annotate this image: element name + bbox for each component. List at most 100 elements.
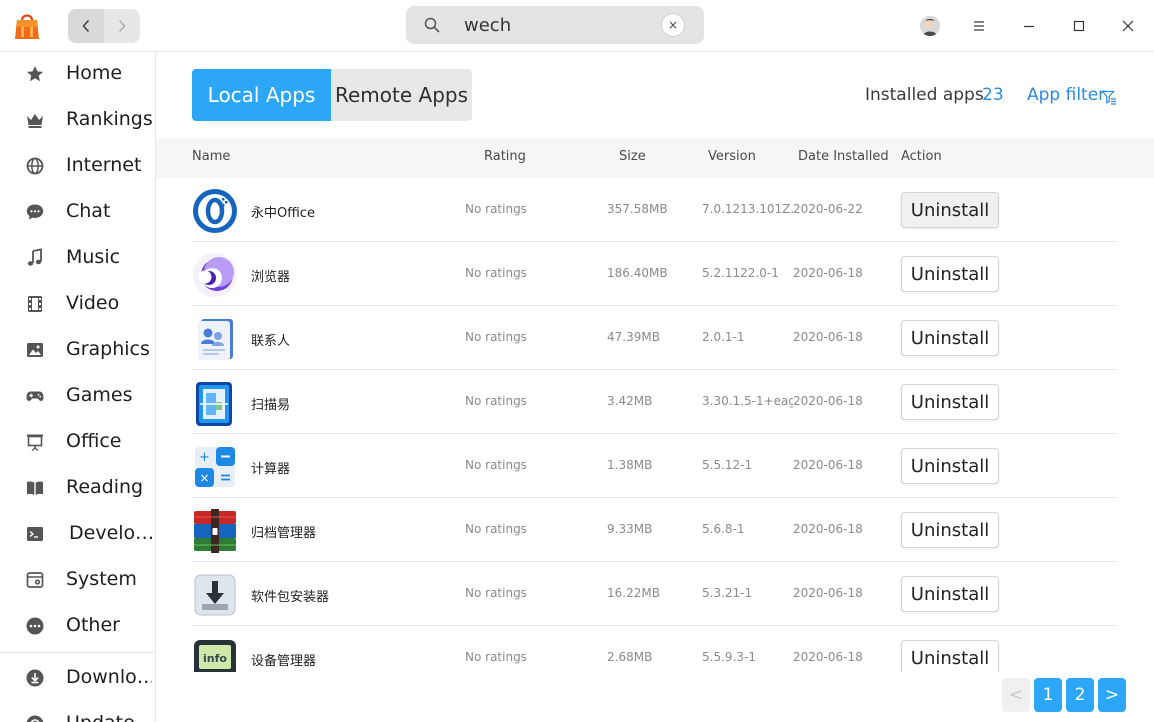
app-size: 2.68MB [607, 650, 653, 664]
sidebar-item-reading[interactable]: Reading [0, 466, 155, 510]
column-header-action: Action [901, 149, 942, 164]
svg-text:info: info [203, 652, 227, 665]
column-header-rating[interactable]: Rating [484, 149, 526, 164]
table-row[interactable]: 联系人 No ratings 47.39MB 2.0.1-1 2020-06-1… [192, 306, 1117, 370]
package-installer-icon [194, 574, 236, 616]
app-date-installed: 2020-06-18 [793, 458, 863, 472]
pagination-prev-button[interactable]: < [1002, 678, 1030, 712]
minimize-icon [1024, 25, 1034, 28]
column-header-version[interactable]: Version [708, 149, 756, 164]
app-date-installed: 2020-06-18 [793, 266, 863, 280]
sidebar-item-music[interactable]: Music [0, 236, 155, 280]
sidebar-item-other[interactable]: Other [0, 604, 155, 648]
app-date-installed: 2020-06-18 [793, 586, 863, 600]
clear-search-icon[interactable]: × [662, 14, 684, 36]
search-input[interactable] [464, 10, 664, 40]
sidebar-item-internet[interactable]: Internet [0, 144, 155, 188]
app-name: 永中Office [251, 206, 315, 221]
app-name: 归档管理器 [251, 526, 317, 541]
app-filter-link[interactable]: App filter [1027, 85, 1105, 105]
column-header-date-installed[interactable]: Date Installed [798, 149, 889, 164]
uninstall-button[interactable]: Uninstall [901, 256, 999, 292]
table-row[interactable]: 浏览器 No ratings 186.40MB 5.2.1122.0-1 202… [192, 242, 1117, 306]
sidebar-item-development[interactable]: Develo… [0, 512, 155, 556]
app-version: 5.3.21-1 [702, 586, 753, 600]
app-version: 5.2.1122.0-1 [702, 266, 779, 280]
calculator-icon: + × [195, 447, 235, 487]
pagination-page-2[interactable]: 2 [1066, 678, 1094, 712]
app-version: 5.5.9.3-1 [702, 650, 756, 664]
sidebar-item-label: Develo… [69, 522, 155, 544]
sidebar-item-rankings[interactable]: Rankings [0, 98, 155, 142]
sidebar-item-label: Graphics [66, 338, 150, 360]
app-rating: No ratings [465, 586, 527, 600]
installed-apps-label: Installed apps [865, 85, 984, 105]
sidebar-item-system[interactable]: System [0, 558, 155, 602]
user-avatar[interactable] [920, 16, 940, 36]
yozo-office-icon [193, 189, 237, 233]
book-icon [24, 477, 46, 499]
sidebar-item-label: Other [66, 614, 120, 636]
minimize-button[interactable] [1017, 14, 1041, 38]
crown-icon [24, 109, 46, 131]
table-row[interactable]: info 设备管理器 No ratings 2.68MB 5.5.9.3-1 2… [192, 626, 1117, 672]
app-rating: No ratings [465, 394, 527, 408]
app-rating: No ratings [465, 458, 527, 472]
search-box: × [406, 6, 704, 44]
sidebar-item-chat[interactable]: Chat [0, 190, 155, 234]
filter-funnel-icon[interactable] [1101, 89, 1117, 105]
table-row[interactable]: 扫描易 No ratings 3.42MB 3.30.1.5-1+eagle 2… [192, 370, 1117, 434]
sidebar-item-label: Rankings [66, 108, 152, 130]
table-row[interactable]: 软件包安装器 No ratings 16.22MB 5.3.21-1 2020-… [192, 562, 1117, 626]
app-size: 1.38MB [607, 458, 653, 472]
film-icon [24, 293, 46, 315]
sidebar-item-label: Music [66, 246, 121, 268]
chevron-left-icon [82, 19, 90, 33]
forward-button[interactable] [104, 9, 140, 43]
sidebar-item-home[interactable]: Home [0, 52, 155, 96]
sidebar-item-games[interactable]: Games [0, 374, 155, 418]
column-header-name[interactable]: Name [192, 149, 230, 164]
table-row[interactable]: 永中Office No ratings 357.58MB 7.0.1213.10… [192, 178, 1117, 242]
app-size: 16.22MB [607, 586, 660, 600]
menu-button[interactable] [967, 14, 991, 38]
presentation-icon [24, 431, 46, 453]
sidebar-item-label: Update [66, 712, 152, 722]
app-date-installed: 2020-06-18 [793, 522, 863, 536]
app-rating: No ratings [465, 266, 527, 280]
close-button[interactable] [1116, 14, 1140, 38]
uninstall-button[interactable]: Uninstall [901, 512, 999, 548]
uninstall-button[interactable]: Uninstall [901, 640, 999, 672]
maximize-button[interactable] [1067, 14, 1091, 38]
table-row[interactable]: 归档管理器 No ratings 9.33MB 5.6.8-1 2020-06-… [192, 498, 1117, 562]
sidebar-item-graphics[interactable]: Graphics [0, 328, 155, 372]
user-avatar-image [920, 16, 940, 36]
column-header-size[interactable]: Size [619, 149, 646, 164]
close-icon [1122, 20, 1134, 32]
svg-text:×: × [199, 471, 209, 485]
sidebar-item-downloads[interactable]: Downlo… [0, 656, 155, 700]
uninstall-button[interactable]: Uninstall [901, 384, 999, 420]
tab-remote-apps[interactable]: Remote Apps [331, 69, 472, 121]
tab-local-apps[interactable]: Local Apps [192, 69, 331, 121]
pagination-next-button[interactable]: > [1098, 678, 1126, 712]
table-row[interactable]: + × 计算器 No ratings 1.38MB 5.5.12-1 2020-… [192, 434, 1117, 498]
app-size: 3.42MB [607, 394, 653, 408]
uninstall-button[interactable]: Uninstall [901, 576, 999, 612]
app-date-installed: 2020-06-22 [793, 202, 863, 216]
sidebar-item-office[interactable]: Office [0, 420, 155, 464]
app-version: 2.0.1-1 [702, 330, 745, 344]
star-icon [24, 63, 46, 85]
sidebar-item-update[interactable]: Update [0, 702, 155, 722]
sidebar-item-video[interactable]: Video [0, 282, 155, 326]
image-icon [24, 339, 46, 361]
back-button[interactable] [68, 9, 104, 43]
uninstall-button[interactable]: Uninstall [901, 448, 999, 484]
uninstall-button[interactable]: Uninstall [901, 192, 999, 228]
sidebar-divider [0, 652, 155, 653]
sidebar-item-label: Internet [66, 154, 142, 176]
pagination-page-1[interactable]: 1 [1034, 678, 1062, 712]
uninstall-button[interactable]: Uninstall [901, 320, 999, 356]
app-rating: No ratings [465, 202, 527, 216]
category-sidebar: Home Rankings Internet Chat Music Video … [0, 52, 156, 722]
